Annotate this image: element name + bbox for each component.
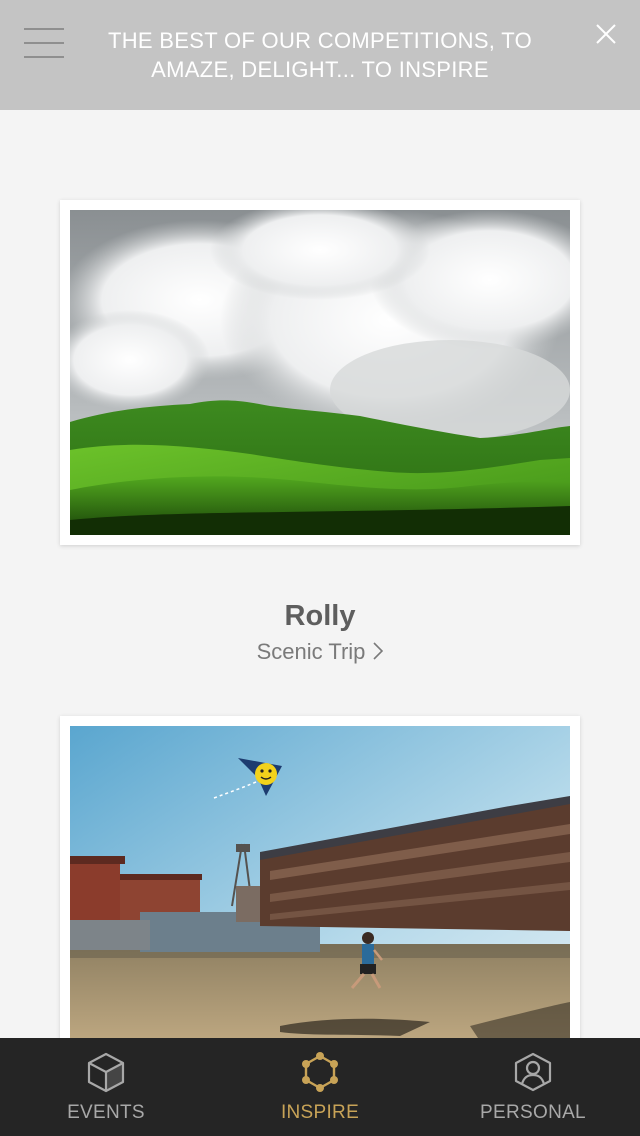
entry-category-label: Scenic Trip [256,639,366,664]
tab-personal[interactable]: PERSONAL [433,1038,633,1136]
tab-inspire-label: INSPIRE [280,1102,360,1123]
photo-caption: Rolly Scenic Trip [0,598,640,666]
photo-card [60,200,580,545]
tab-events-label: EVENTS [67,1102,145,1123]
tab-events[interactable]: EVENTS [6,1038,206,1136]
entry-category-link[interactable]: Scenic Trip [257,638,384,666]
hexagon-network-icon [302,1052,338,1092]
close-icon[interactable] [594,22,618,46]
header-title: THE BEST OF OUR COMPETITIONS, TO AMAZE, … [108,28,532,82]
kite-photo[interactable] [70,726,570,1056]
chevron-right-icon [373,642,384,660]
entry-author: Rolly [284,600,356,632]
tab-personal-label: PERSONAL [480,1102,586,1123]
hamburger-menu-icon[interactable] [24,28,64,60]
person-hexagon-icon [514,1052,552,1092]
landscape-photo[interactable] [70,210,570,535]
cube-icon [87,1052,125,1093]
tab-inspire[interactable]: INSPIRE [220,1038,420,1136]
photo-card [60,716,580,1056]
bottom-tab-bar: EVENTS INSPIRE PERSONAL [0,1038,640,1136]
top-header: THE BEST OF OUR COMPETITIONS, TO AMAZE, … [0,0,640,110]
